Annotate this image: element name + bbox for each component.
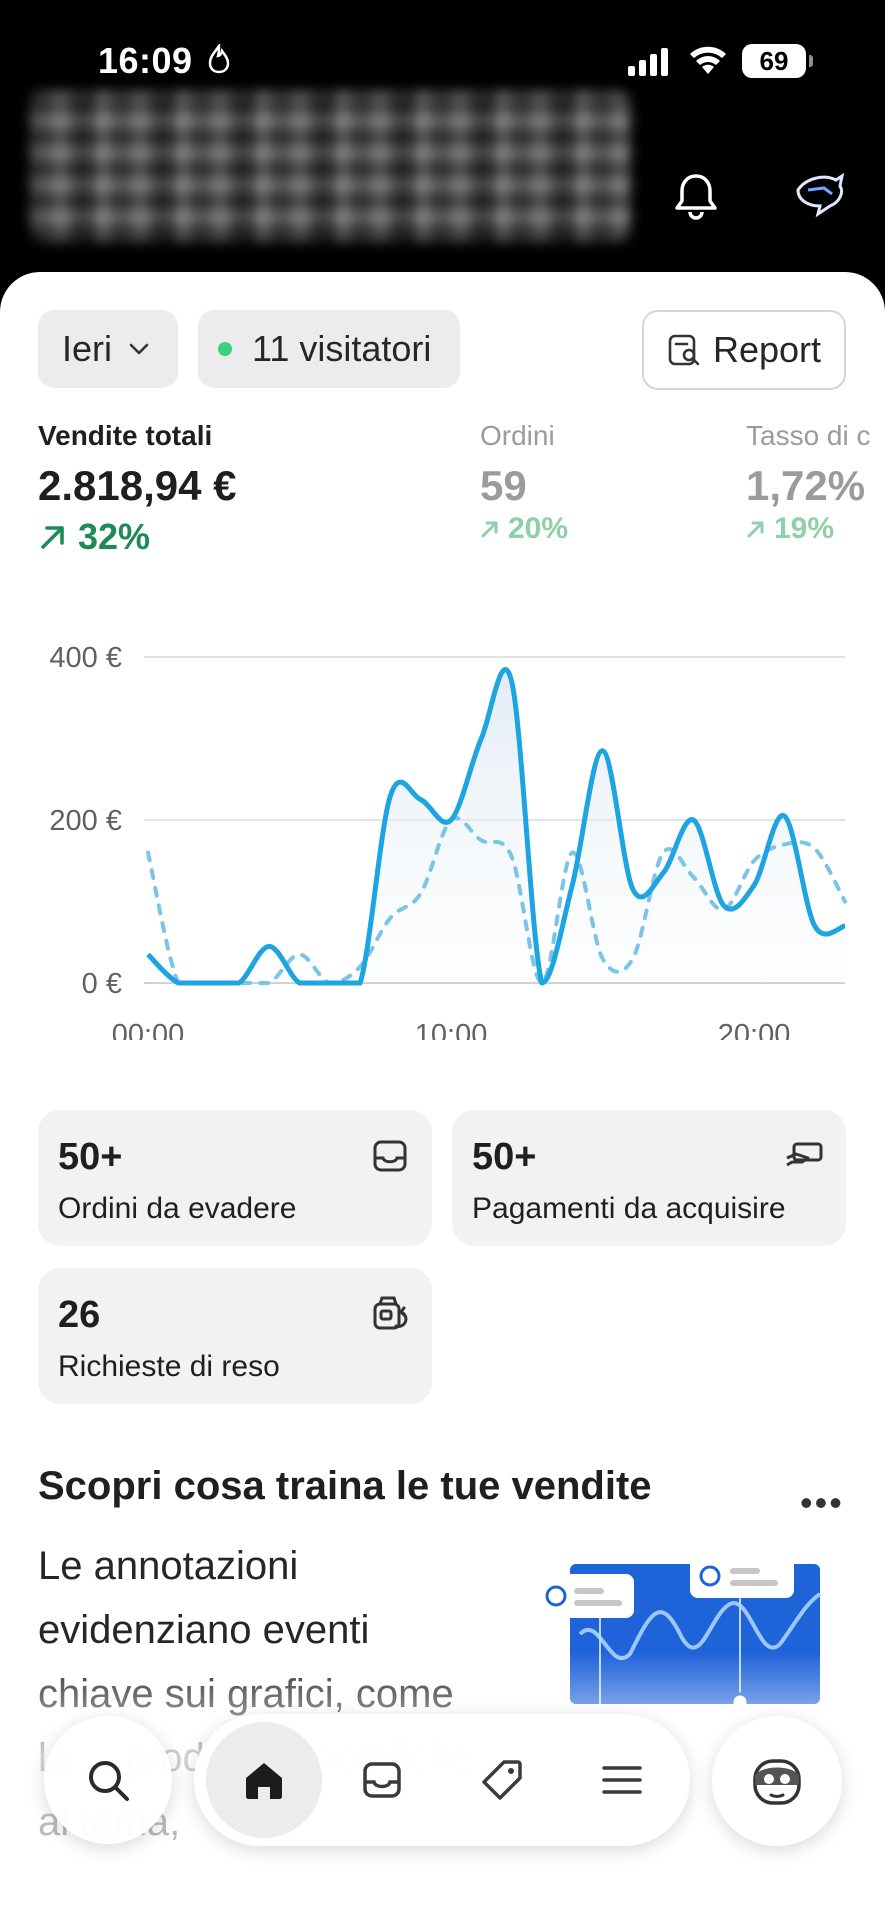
arrow-up-right-icon (41, 526, 64, 549)
date-range-label: Ieri (62, 328, 113, 369)
store-switcher-blurred[interactable] (30, 92, 630, 242)
sidekick-avatar-icon[interactable] (790, 166, 850, 226)
annotations-illustration (530, 1554, 822, 1704)
metric-value: 59 (480, 462, 527, 509)
x-tick-label: 00:00 (112, 1019, 185, 1040)
tag-icon (482, 1760, 522, 1800)
menu-icon (602, 1766, 642, 1794)
tab-orders[interactable] (324, 1722, 440, 1838)
metric-label: Ordini (480, 420, 555, 451)
tab-home[interactable] (206, 1722, 322, 1838)
y-axis-labels: 400 € 200 € 0 € (49, 642, 122, 1000)
date-range-selector[interactable]: Ieri (38, 310, 178, 388)
metric-label: Vendite totali (38, 420, 213, 451)
card-payments-to-capture[interactable]: 50+ Pagamenti da acquisire (452, 1110, 846, 1246)
visitors-label: 11 visitatori (252, 328, 432, 369)
live-dot-icon (218, 342, 232, 356)
sidekick-button[interactable] (712, 1716, 842, 1846)
bell-icon[interactable] (668, 168, 724, 224)
inbox-icon (363, 1762, 401, 1798)
x-tick-label: 10:00 (415, 1019, 488, 1040)
card-count: 50+ (58, 1136, 123, 1178)
arrow-up-right-icon (481, 521, 498, 538)
report-button[interactable]: Report (642, 310, 846, 390)
sales-line-chart[interactable]: 400 € 200 € 0 € 00:00 10:00 20:00 (0, 620, 885, 1040)
live-visitors-chip[interactable]: 11 visitatori (198, 310, 460, 388)
bottom-tab-bar (194, 1714, 690, 1846)
card-label: Ordini da evadere (58, 1192, 297, 1225)
y-tick-label: 0 € (82, 968, 122, 1000)
nav-search-button[interactable] (44, 1716, 172, 1844)
metric-total-sales[interactable]: Vendite totali 2.818,94 € 32% (38, 420, 237, 558)
card-orders-to-fulfill[interactable]: 50+ Ordini da evadere (38, 1110, 432, 1246)
tab-products[interactable] (444, 1722, 560, 1838)
more-options-icon[interactable]: ••• (800, 1482, 844, 1524)
chevron-down-icon (129, 343, 149, 355)
metric-label: Tasso di c (746, 420, 871, 451)
y-tick-label: 400 € (49, 642, 122, 674)
metric-orders[interactable]: Ordini 59 20% (480, 420, 568, 546)
payment-hand-icon (786, 1142, 823, 1167)
return-icon (373, 1296, 408, 1330)
card-count: 50+ (472, 1136, 537, 1178)
card-label: Pagamenti da acquisire (472, 1192, 786, 1225)
sidekick-icon (753, 1759, 801, 1805)
home-sheet: Ieri 11 visitatori Report Vendite totali… (0, 272, 885, 1920)
metric-delta: 19% (746, 512, 871, 546)
promo-title: Scopri cosa traina le tue vendite (38, 1464, 652, 1508)
metric-conversion-rate[interactable]: Tasso di c 1,72% 19% (746, 420, 871, 546)
x-axis-labels: 00:00 10:00 20:00 (112, 1019, 791, 1040)
metric-delta: 32% (38, 516, 237, 558)
card-label: Richieste di reso (58, 1350, 280, 1383)
metric-value: 2.818,94 € (38, 462, 237, 509)
report-label: Report (712, 329, 822, 370)
arrow-up-right-icon (747, 521, 764, 538)
inbox-icon (373, 1140, 407, 1172)
metric-value: 1,72% (746, 462, 866, 509)
x-tick-label: 20:00 (718, 1019, 791, 1040)
card-return-requests[interactable]: 26 Richieste di reso (38, 1268, 432, 1404)
tab-menu[interactable] (564, 1722, 680, 1838)
y-tick-label: 200 € (49, 805, 122, 837)
app-header (0, 0, 885, 280)
series-area-fill (148, 669, 845, 983)
metric-delta: 20% (480, 512, 568, 546)
home-icon (246, 1763, 282, 1799)
search-icon (89, 1761, 129, 1801)
report-icon (668, 334, 700, 366)
card-count: 26 (58, 1294, 101, 1336)
